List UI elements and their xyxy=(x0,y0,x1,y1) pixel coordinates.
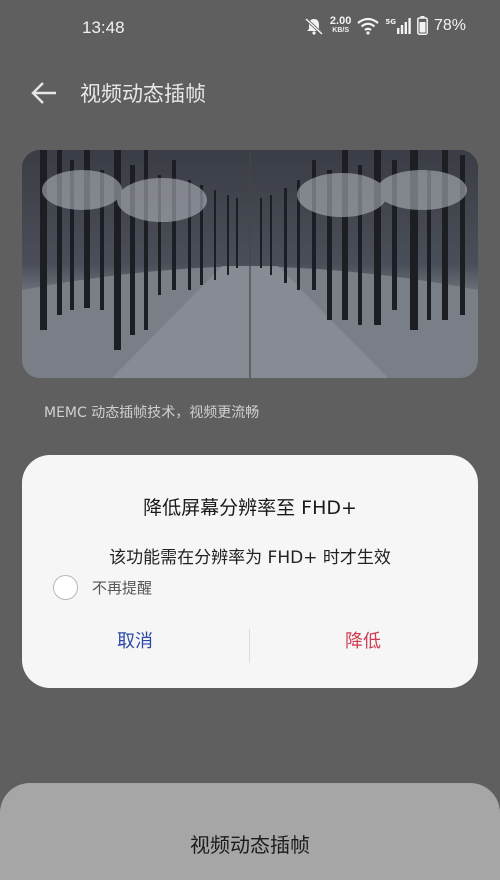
resolution-dialog: 降低屏幕分辨率至 FHD+ 该功能需在分辨率为 FHD+ 时才生效 不再提醒 取… xyxy=(22,455,478,688)
dont-remind-option[interactable]: 不再提醒 xyxy=(53,575,152,600)
back-arrow-icon[interactable] xyxy=(30,80,58,106)
net-speed-unit: KB/S xyxy=(332,26,349,34)
dialog-message: 该功能需在分辨率为 FHD+ 时才生效 xyxy=(109,548,391,568)
feature-description: MEMC 动态插帧技术，视频更流畅 xyxy=(44,405,260,421)
bottom-sheet: 视频动态插帧 xyxy=(0,783,500,880)
status-bar: 13:48 2.00 KB/S 5G 78% xyxy=(0,0,500,56)
preview-image xyxy=(22,150,478,378)
bottom-sheet-title: 视频动态插帧 xyxy=(190,833,310,857)
silent-icon xyxy=(304,17,323,35)
cellular-signal-icon: 5G xyxy=(385,17,411,34)
dont-remind-label: 不再提醒 xyxy=(92,579,153,597)
wifi-icon xyxy=(357,17,380,35)
dialog-title: 降低屏幕分辨率至 FHD+ xyxy=(143,497,357,519)
network-type: 5G xyxy=(385,17,396,26)
battery-icon xyxy=(417,16,428,35)
dont-remind-checkbox[interactable] xyxy=(53,575,78,600)
status-time: 13:48 xyxy=(82,18,125,37)
page-title: 视频动态插帧 xyxy=(80,82,206,106)
cancel-button[interactable]: 取消 xyxy=(22,627,248,653)
net-speed-value: 2.00 xyxy=(329,14,352,27)
net-speed: 2.00 KB/S xyxy=(329,14,352,35)
preview-divider xyxy=(249,150,251,378)
battery-level: 78% xyxy=(433,16,466,34)
status-icons: 2.00 KB/S 5G 78% xyxy=(304,14,466,35)
lower-resolution-button[interactable]: 降低 xyxy=(250,627,476,653)
